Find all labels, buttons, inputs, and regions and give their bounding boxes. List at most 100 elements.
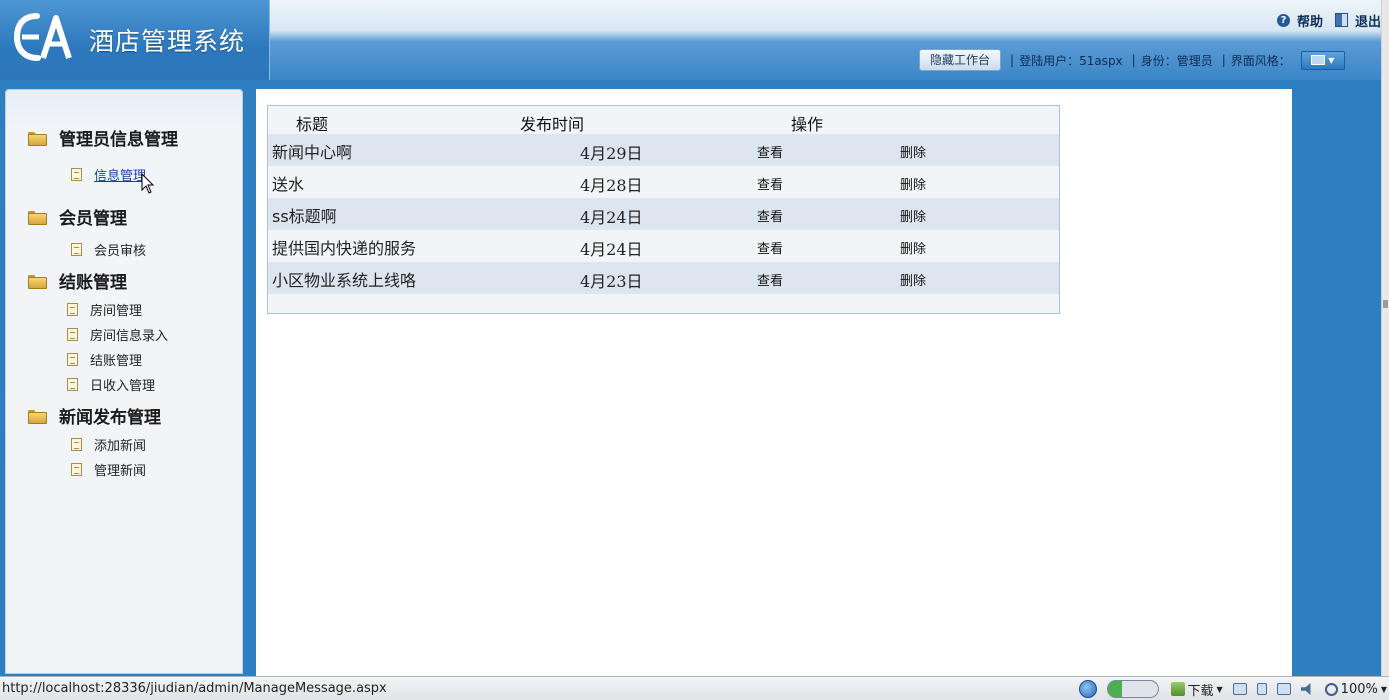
identity-text: 身份：管理员 <box>1140 53 1213 68</box>
sidebar-item-manage-news[interactable]: 管理新闻 <box>71 460 146 479</box>
main-content: 标题 发布时间 操作 新闻中心啊 4月29日 查看 删除 送水 4月28日 查看… <box>256 89 1292 676</box>
folder-open-icon <box>28 210 47 225</box>
mouse-cursor-icon <box>141 173 155 194</box>
status-url: http://localhost:28336/jiudian/admin/Man… <box>2 681 387 696</box>
window-icon[interactable] <box>1232 683 1247 695</box>
zoom-icon <box>1324 682 1338 696</box>
logout-label: 退出 <box>1354 14 1381 30</box>
sidebar-group-checkout[interactable]: 结账管理 <box>28 268 127 293</box>
column-header-title: 标题 <box>296 115 329 134</box>
sidebar-item-label: 房间信息录入 <box>90 329 169 344</box>
document-icon <box>67 328 78 341</box>
delete-link[interactable]: 删除 <box>900 142 926 161</box>
news-title: 送水 <box>272 175 305 194</box>
download-button[interactable]: 下载 ▼ <box>1170 680 1223 699</box>
zoom-control[interactable]: 100% ▼ <box>1324 681 1387 697</box>
sidebar-item-member-review[interactable]: 会员审核 <box>71 240 146 259</box>
sidebar: 管理员信息管理 信息管理 会员管理 会员审核 结账管理 房间管理 房间信息录入 … <box>5 89 243 674</box>
zoom-level: 100% <box>1340 681 1378 697</box>
table-header: 标题 发布时间 操作 <box>268 106 1059 134</box>
sidebar-item-label: 信息管理 <box>94 169 147 184</box>
view-link[interactable]: 查看 <box>757 206 783 225</box>
sidebar-item-add-news[interactable]: 添加新闻 <box>71 435 146 454</box>
news-date: 4月24日 <box>580 208 643 227</box>
document-icon <box>71 243 82 256</box>
table-row: ss标题啊 4月24日 查看 删除 <box>268 198 1059 230</box>
view-link[interactable]: 查看 <box>757 142 783 161</box>
news-date: 4月24日 <box>580 240 643 259</box>
column-header-time: 发布时间 <box>520 115 585 134</box>
globe-icon[interactable] <box>1078 680 1097 698</box>
folder-open-icon <box>28 409 47 424</box>
document-icon <box>71 438 82 451</box>
monitor-icon[interactable] <box>1276 683 1291 695</box>
view-link[interactable]: 查看 <box>757 174 783 193</box>
delete-link[interactable]: 删除 <box>900 238 926 257</box>
page-scrollbar[interactable] <box>1381 0 1389 676</box>
login-user-text: 登陆用户：51aspx <box>1019 53 1123 68</box>
folder-open-icon <box>28 274 47 289</box>
help-icon: ? <box>1276 13 1290 27</box>
sidebar-item-label: 管理新闻 <box>94 464 147 479</box>
app-title: 酒店管理系统 <box>89 27 246 56</box>
skin-dropdown-button[interactable]: ▼ <box>1300 50 1345 70</box>
sidebar-group-label: 会员管理 <box>59 209 127 229</box>
document-icon <box>71 168 82 181</box>
sidebar-item-room-manage[interactable]: 房间管理 <box>67 300 142 319</box>
sidebar-item-label: 结账管理 <box>90 354 143 369</box>
table-row: 新闻中心啊 4月29日 查看 删除 <box>268 134 1059 166</box>
document-icon <box>71 463 82 476</box>
sidebar-item-label: 日收入管理 <box>90 379 156 394</box>
sidebar-group-label: 结账管理 <box>59 273 127 293</box>
browser-status-bar: http://localhost:28336/jiudian/admin/Man… <box>0 676 1389 700</box>
window-icon <box>1311 55 1326 65</box>
sidebar-item-checkout-manage[interactable]: 结账管理 <box>67 350 142 369</box>
speaker-icon[interactable] <box>1300 683 1311 695</box>
folder-open-icon <box>28 131 47 146</box>
hide-desktop-button[interactable]: 隐藏工作台 <box>919 49 1002 71</box>
chevron-down-icon: ▼ <box>1216 684 1223 694</box>
news-title: 新闻中心啊 <box>272 143 353 162</box>
toggle-icon[interactable] <box>1106 680 1159 698</box>
sidebar-item-room-entry[interactable]: 房间信息录入 <box>67 325 168 344</box>
column-header-action: 操作 <box>791 115 824 134</box>
chevron-down-icon: ▼ <box>1380 684 1387 694</box>
sidebar-item-label: 会员审核 <box>94 244 147 259</box>
message-table: 标题 发布时间 操作 新闻中心啊 4月29日 查看 删除 送水 4月28日 查看… <box>267 105 1060 314</box>
sidebar-group-admin-info[interactable]: 管理员信息管理 <box>28 125 178 150</box>
delete-link[interactable]: 删除 <box>900 174 926 193</box>
sidebar-group-news[interactable]: 新闻发布管理 <box>28 403 161 428</box>
news-title: 小区物业系统上线咯 <box>272 271 417 290</box>
chevron-down-icon: ▼ <box>1328 55 1335 65</box>
top-links: ? 帮助 退出 <box>1265 10 1381 30</box>
table-row: 提供国内快递的服务 4月24日 查看 删除 <box>268 230 1059 262</box>
sidebar-item-label: 添加新闻 <box>94 439 147 454</box>
help-link[interactable]: ? 帮助 <box>1276 11 1323 30</box>
ui-style-text: 界面风格： <box>1230 53 1291 68</box>
document-icon <box>67 303 78 316</box>
page-icon[interactable] <box>1256 683 1267 695</box>
view-link[interactable]: 查看 <box>757 238 783 257</box>
delete-link[interactable]: 删除 <box>900 270 926 289</box>
logout-icon <box>1334 13 1348 27</box>
separator: | <box>1010 53 1015 67</box>
table-row: 送水 4月28日 查看 删除 <box>268 166 1059 198</box>
download-label: 下载 <box>1187 683 1214 699</box>
news-date: 4月29日 <box>580 144 643 163</box>
sidebar-item-info-manage[interactable]: 信息管理 <box>71 165 146 184</box>
download-icon <box>1170 682 1185 696</box>
scrollbar-thumb[interactable] <box>1383 300 1388 308</box>
table-row: 小区物业系统上线咯 4月23日 查看 删除 <box>268 262 1059 294</box>
ea-logo-icon <box>13 13 72 61</box>
news-title: ss标题啊 <box>272 207 337 226</box>
logo-block: 酒店管理系统 <box>0 0 270 80</box>
delete-link[interactable]: 删除 <box>900 206 926 225</box>
help-label: 帮助 <box>1296 14 1323 30</box>
sidebar-group-member[interactable]: 会员管理 <box>28 204 127 229</box>
sidebar-item-daily-income[interactable]: 日收入管理 <box>67 375 155 394</box>
sidebar-group-label: 新闻发布管理 <box>59 408 161 428</box>
separator: | <box>1131 53 1136 67</box>
view-link[interactable]: 查看 <box>757 270 783 289</box>
logout-link[interactable]: 退出 <box>1334 11 1381 30</box>
news-date: 4月28日 <box>580 176 643 195</box>
